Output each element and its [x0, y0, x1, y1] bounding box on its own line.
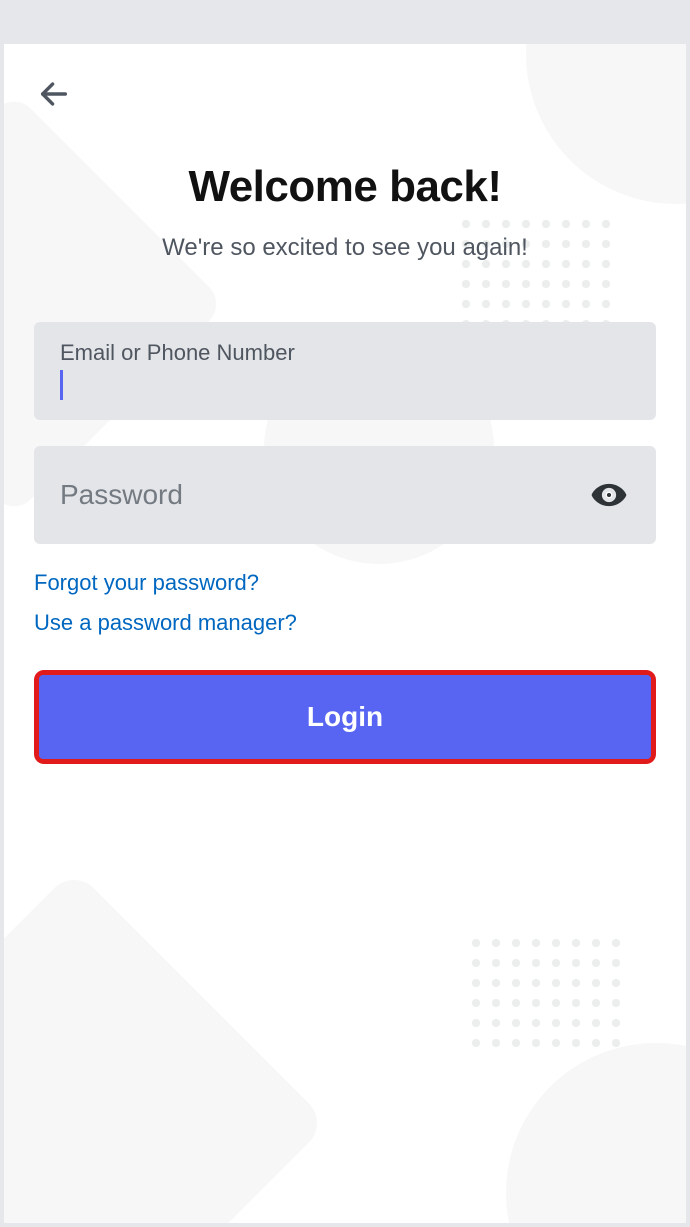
password-manager-link[interactable]: Use a password manager?	[34, 610, 297, 636]
page-subtitle: We're so excited to see you again!	[34, 234, 656, 262]
back-button[interactable]	[34, 74, 74, 114]
decorative-shape	[506, 1043, 686, 1223]
password-placeholder: Password	[60, 479, 183, 511]
email-field[interactable]: Email or Phone Number	[34, 322, 656, 420]
page-title: Welcome back!	[34, 162, 656, 212]
email-label: Email or Phone Number	[60, 340, 630, 366]
eye-icon	[590, 476, 628, 514]
toggle-password-visibility-button[interactable]	[588, 474, 630, 516]
decorative-shape	[4, 868, 329, 1223]
login-button-highlight: Login	[34, 670, 656, 764]
login-button[interactable]: Login	[39, 675, 651, 759]
decorative-dots	[466, 933, 626, 1053]
back-arrow-icon	[37, 77, 71, 111]
forgot-password-link[interactable]: Forgot your password?	[34, 570, 259, 596]
password-field[interactable]: Password	[34, 446, 656, 544]
